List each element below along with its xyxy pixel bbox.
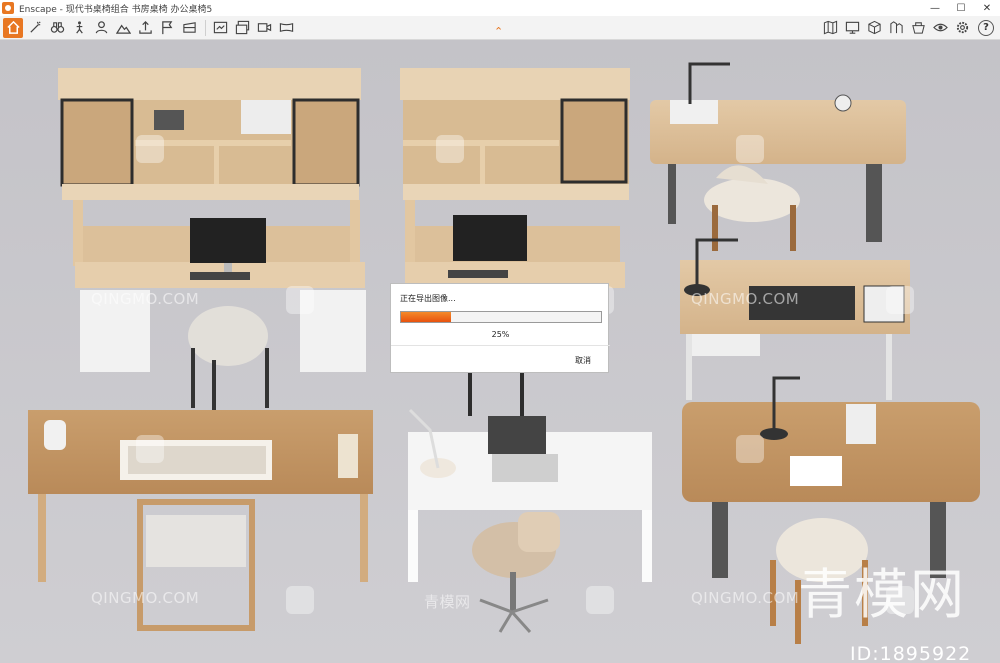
walk-icon [75, 21, 83, 34]
site-watermark: QINGMO.COM [691, 589, 800, 607]
site-watermark-cn: 青模网 [424, 593, 471, 611]
toolbar-right-group: ? [820, 18, 1000, 38]
site-watermark: QINGMO.COM [91, 290, 200, 308]
atmosphere-button[interactable] [113, 18, 133, 38]
material-editor-button[interactable] [908, 18, 928, 38]
watermark-logo-icon [586, 586, 614, 614]
settings-icon [956, 21, 968, 34]
render-video-icon [257, 23, 271, 32]
flag-icon [161, 21, 172, 35]
asset-library-button[interactable] [886, 18, 906, 38]
watermark-logo-icon [136, 135, 164, 163]
visual-settings-button[interactable] [930, 18, 950, 38]
home-button[interactable] [3, 17, 23, 38]
cube-icon [867, 20, 881, 35]
binoculars-button[interactable] [47, 18, 67, 38]
progress-fill [401, 312, 451, 322]
watermark-logo-icon [286, 286, 314, 314]
walk-mode-button[interactable] [69, 18, 89, 38]
upload-icon [138, 21, 152, 34]
maximize-button[interactable]: ☐ [948, 0, 974, 16]
objects-button[interactable] [864, 18, 884, 38]
render-panorama-icon [279, 22, 293, 33]
enscape-window: Enscape - 现代书桌椅组合 书房桌椅 办公桌椅5 — ☐ ✕ ? ⌃ Q… [0, 0, 1000, 663]
view-management-button[interactable] [842, 18, 862, 38]
map-button[interactable] [820, 18, 840, 38]
asset-library-icon [889, 21, 903, 34]
site-watermark: QINGMO.COM [691, 290, 800, 308]
watermark-logo-icon [736, 435, 764, 463]
cancel-button[interactable]: 取消 [575, 355, 591, 366]
monitor-icon [845, 21, 859, 34]
person-icon [95, 21, 107, 34]
dialog-title: 正在导出图像... [400, 294, 456, 303]
watermark-logo-icon [736, 135, 764, 163]
settings-button[interactable] [952, 18, 972, 38]
watermark-logo-icon [136, 435, 164, 463]
close-button[interactable]: ✕ [974, 0, 1000, 16]
dialog-divider [391, 345, 610, 346]
bookshelf-desk-middle [400, 68, 630, 288]
bookmark-icon [182, 22, 196, 33]
render-video-button[interactable] [254, 18, 274, 38]
export-progress-dialog: 正在导出图像... 25% 取消 [390, 283, 610, 373]
render-panorama-button[interactable] [276, 18, 296, 38]
image-id-watermark: ID:1895922 [850, 643, 972, 663]
render-screenshot-icon [213, 21, 227, 34]
export-progress-bar [400, 311, 602, 323]
window-title: Enscape - 现代书桌椅组合 书房桌椅 办公桌椅5 [19, 4, 213, 15]
site-watermark: QINGMO.COM [91, 589, 200, 607]
render-batch-button[interactable] [232, 18, 252, 38]
mountain-icon [115, 24, 131, 34]
toolbar-separator [205, 19, 206, 36]
person-button[interactable] [91, 18, 111, 38]
map-icon [823, 20, 837, 35]
enscape-logo-icon [2, 2, 14, 14]
wand-icon [29, 21, 41, 33]
brand-watermark: 青模网 [798, 563, 966, 626]
material-icon [911, 22, 925, 34]
watermark-logo-icon [286, 586, 314, 614]
eye-icon [932, 23, 948, 32]
flag-button[interactable] [157, 18, 177, 38]
bookmark-button[interactable] [179, 18, 199, 38]
window-controls: — ☐ ✕ [922, 0, 1000, 16]
title-bar: Enscape - 现代书桌椅组合 书房桌椅 办公桌椅5 — ☐ ✕ [0, 0, 1000, 16]
magic-wand-button[interactable] [25, 18, 45, 38]
home-icon [6, 20, 20, 34]
progress-percent: 25% [491, 330, 510, 339]
binoculars-icon [50, 22, 64, 33]
export-button[interactable] [135, 18, 155, 38]
render-batch-icon [235, 20, 249, 35]
collapse-toolbar-chevron-icon[interactable]: ⌃ [494, 26, 503, 37]
help-button[interactable]: ? [978, 19, 994, 36]
watermark-logo-icon [886, 286, 914, 314]
watermark-logo-icon [436, 135, 464, 163]
render-screenshot-button[interactable] [210, 18, 230, 38]
minimize-button[interactable]: — [922, 0, 948, 16]
